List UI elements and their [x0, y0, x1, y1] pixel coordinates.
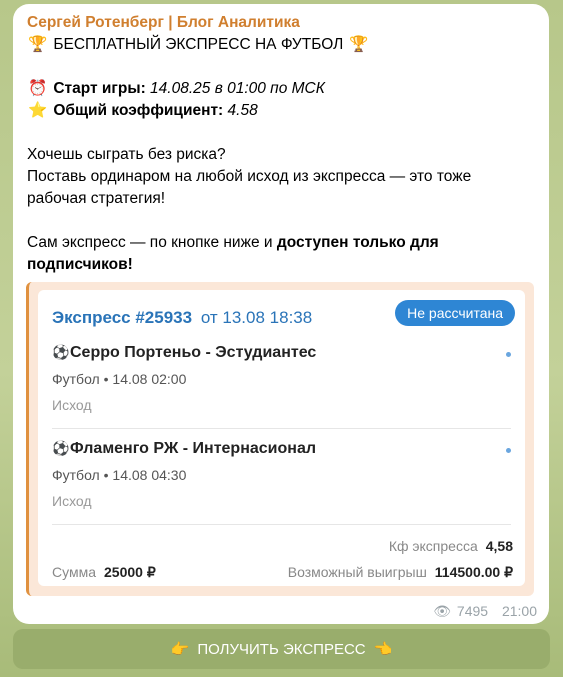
start-label: Старт игры:: [53, 80, 146, 97]
match-outcome: Исход: [52, 493, 92, 509]
text-line-3: рабочая стратегия!: [27, 190, 166, 207]
sum-label: Сумма: [52, 564, 96, 580]
sender-name[interactable]: Сергей Ротенберг | Блог Аналитика: [27, 12, 535, 34]
divider: [52, 428, 511, 429]
express-date: от 13.08 18:38: [200, 308, 313, 327]
match-item: ⚽Серро Портеньо - Эстудиантес Футбол • 1…: [52, 344, 316, 413]
view-count: 7495: [456, 603, 489, 619]
status-dot: [506, 448, 511, 453]
message-bubble: Сергей Ротенберг | Блог Аналитика 🏆 БЕСП…: [13, 4, 549, 624]
match-outcome: Исход: [52, 397, 92, 413]
divider: [52, 524, 511, 525]
start-line: ⏰ Старт игры: 14.08.25 в 01:00 по МСК: [27, 78, 535, 100]
message-time: 21:00: [501, 603, 537, 619]
text-line-5: подписчиков!: [27, 254, 535, 276]
coef-label: Общий коэффициент:: [53, 102, 224, 119]
match-item: ⚽Фламенго РЖ - Интернасионал Футбол • 14…: [52, 440, 316, 509]
alarm-clock-icon: ⏰: [28, 80, 48, 97]
text-line-4: Сам экспресс — по кнопке ниже и доступен…: [27, 232, 535, 254]
text-line-1: Хочешь сыграть без риска?: [27, 146, 226, 163]
headline-line: 🏆 БЕСПЛАТНЫЙ ЭКСПРЕСС НА ФУТБОЛ 🏆: [27, 34, 535, 56]
card-title: Экспресс #25933 от 13.08 18:38: [52, 308, 312, 328]
kf-label: Кф экспресса: [388, 538, 478, 554]
match-meta: Футбол • 14.08 04:30: [52, 467, 187, 483]
line4-bold: доступен только для: [276, 234, 439, 251]
button-label: ПОЛУЧИТЬ ЭКСПРЕСС: [197, 640, 366, 658]
text-line-2: Поставь ординаром на любой исход из эксп…: [27, 168, 472, 185]
status-dot: [506, 352, 511, 357]
get-express-button[interactable]: 👉 ПОЛУЧИТЬ ЭКСПРЕСС 👈: [13, 629, 550, 669]
express-coefficient: Кф экспресса 4,58: [389, 538, 513, 554]
headline: БЕСПЛАТНЫЙ ЭКСПРЕСС НА ФУТБОЛ: [53, 36, 344, 53]
pointing-hand-icon: 👈: [373, 641, 393, 658]
message-footer: 👁 7495 21:00: [433, 603, 537, 620]
kf-value: 4,58: [485, 538, 513, 554]
eye-icon: 👁: [433, 603, 452, 619]
express-card[interactable]: Экспресс #25933 от 13.08 18:38 Не рассчи…: [38, 290, 525, 586]
trophy-icon: 🏆: [348, 36, 369, 53]
express-number: Экспресс #25933: [52, 308, 193, 327]
link-preview[interactable]: Экспресс #25933 от 13.08 18:38 Не рассчи…: [26, 282, 534, 596]
possible-win: Возможный выигрыш 114500.00 ₽: [288, 564, 513, 581]
pointing-hand-icon: 👉: [170, 641, 190, 658]
sum-value: 25000 ₽: [104, 564, 156, 580]
match-meta: Футбол • 14.08 02:00: [52, 371, 187, 387]
bet-sum: Сумма 25000 ₽: [52, 564, 156, 581]
status-badge: Не рассчитана: [395, 300, 515, 326]
coef-value: 4.58: [227, 102, 258, 119]
match-title: Серро Портеньо - Эстудиантес: [70, 344, 317, 361]
start-value: 14.08.25 в 01:00 по МСК: [150, 80, 325, 97]
coef-line: ⭐ Общий коэффициент: 4.58: [27, 100, 535, 122]
line5-bold: подписчиков!: [27, 256, 133, 273]
match-title: Фламенго РЖ - Интернасионал: [70, 440, 316, 457]
win-label: Возможный выигрыш: [287, 564, 427, 580]
win-value: 114500.00 ₽: [434, 564, 513, 580]
soccer-ball-icon: ⚽: [52, 344, 70, 360]
line4-prefix: Сам экспресс — по кнопке ниже и: [27, 234, 277, 251]
trophy-icon: 🏆: [28, 36, 48, 53]
soccer-ball-icon: ⚽: [52, 440, 70, 456]
star-icon: ⭐: [28, 102, 48, 119]
